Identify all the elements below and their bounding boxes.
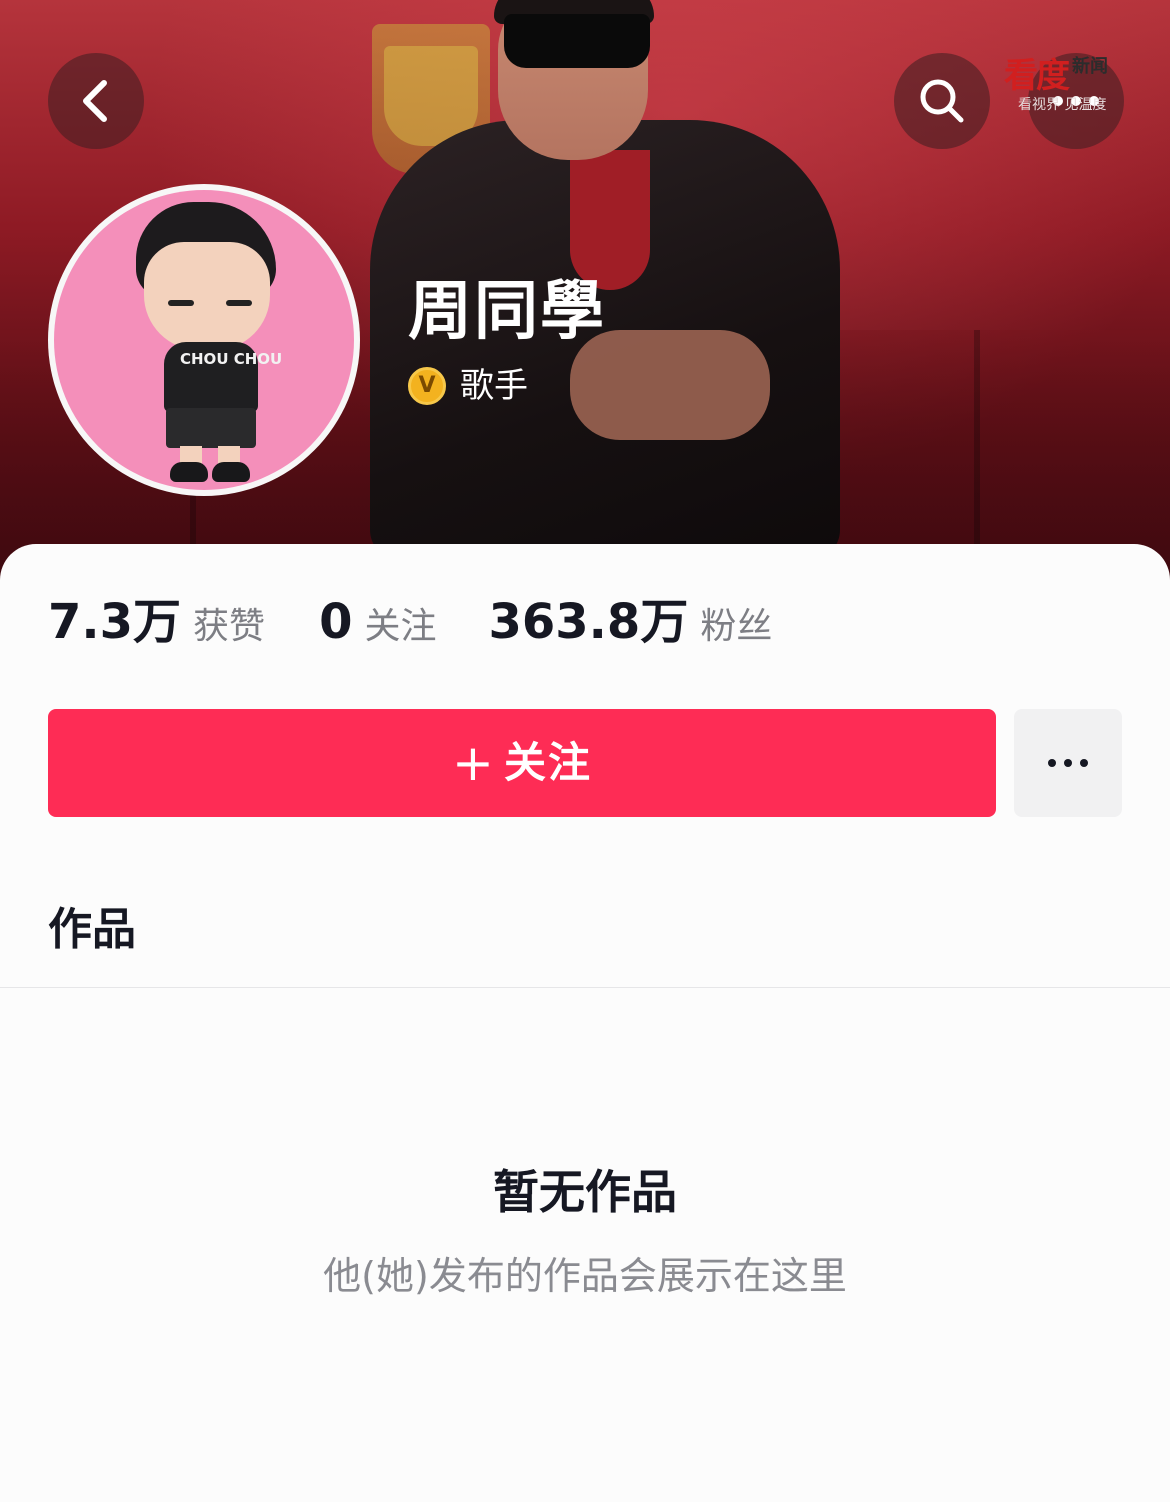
verified-badge-icon: V (408, 367, 446, 405)
more-horizontal-icon (1048, 759, 1088, 767)
follow-button[interactable]: + 关注 (48, 709, 996, 817)
chevron-left-icon (83, 80, 107, 122)
likes-label: 获赞 (193, 606, 266, 647)
news-watermark: 看度 新闻 看视界 见温度 (1004, 48, 1124, 118)
search-icon (920, 79, 964, 123)
empty-state-subtitle: 他(她)发布的作品会展示在这里 (323, 1254, 847, 1298)
following-label[interactable]: 关注 (364, 597, 436, 657)
profile-card: 7.3万 获赞 0 关注 363.8万 粉丝 + 关注 作品 暂无作品 他(她)… (0, 544, 1170, 1502)
likes-count: 7.3万 (48, 594, 182, 650)
watermark-side: 新闻 (1072, 56, 1108, 77)
followers-label[interactable]: 粉丝 (700, 597, 772, 657)
avatar-figure-image: CHOU CHOU (54, 190, 354, 490)
watermark-main: 看度 (1004, 56, 1070, 96)
more-actions-button[interactable] (1014, 709, 1122, 817)
empty-state-title: 暂无作品 (493, 1165, 677, 1219)
profile-page: 看度 新闻 看视界 见温度 CHOU CHOU 周同學 V 歌手 7.3万 获赞… (0, 0, 1170, 1502)
back-button[interactable] (48, 53, 144, 149)
tab-divider (0, 987, 1170, 988)
watermark-sub: 看视界 见温度 (1018, 97, 1107, 113)
avatar-shirt-logo: CHOU CHOU (180, 350, 283, 368)
followers-count[interactable]: 363.8万 (488, 592, 688, 652)
search-button[interactable] (894, 53, 990, 149)
stats-row: 7.3万 获赞 0 关注 363.8万 粉丝 (48, 592, 772, 652)
following-count[interactable]: 0 (319, 592, 352, 652)
avatar[interactable]: CHOU CHOU (48, 184, 360, 496)
tab-works[interactable]: 作品 (48, 900, 136, 960)
profile-name: 周同學 (408, 275, 606, 349)
verification-row: V 歌手 (408, 364, 528, 408)
follow-button-label: 关注 (503, 738, 592, 787)
plus-icon: + (452, 734, 494, 792)
verified-label: 歌手 (460, 366, 528, 406)
